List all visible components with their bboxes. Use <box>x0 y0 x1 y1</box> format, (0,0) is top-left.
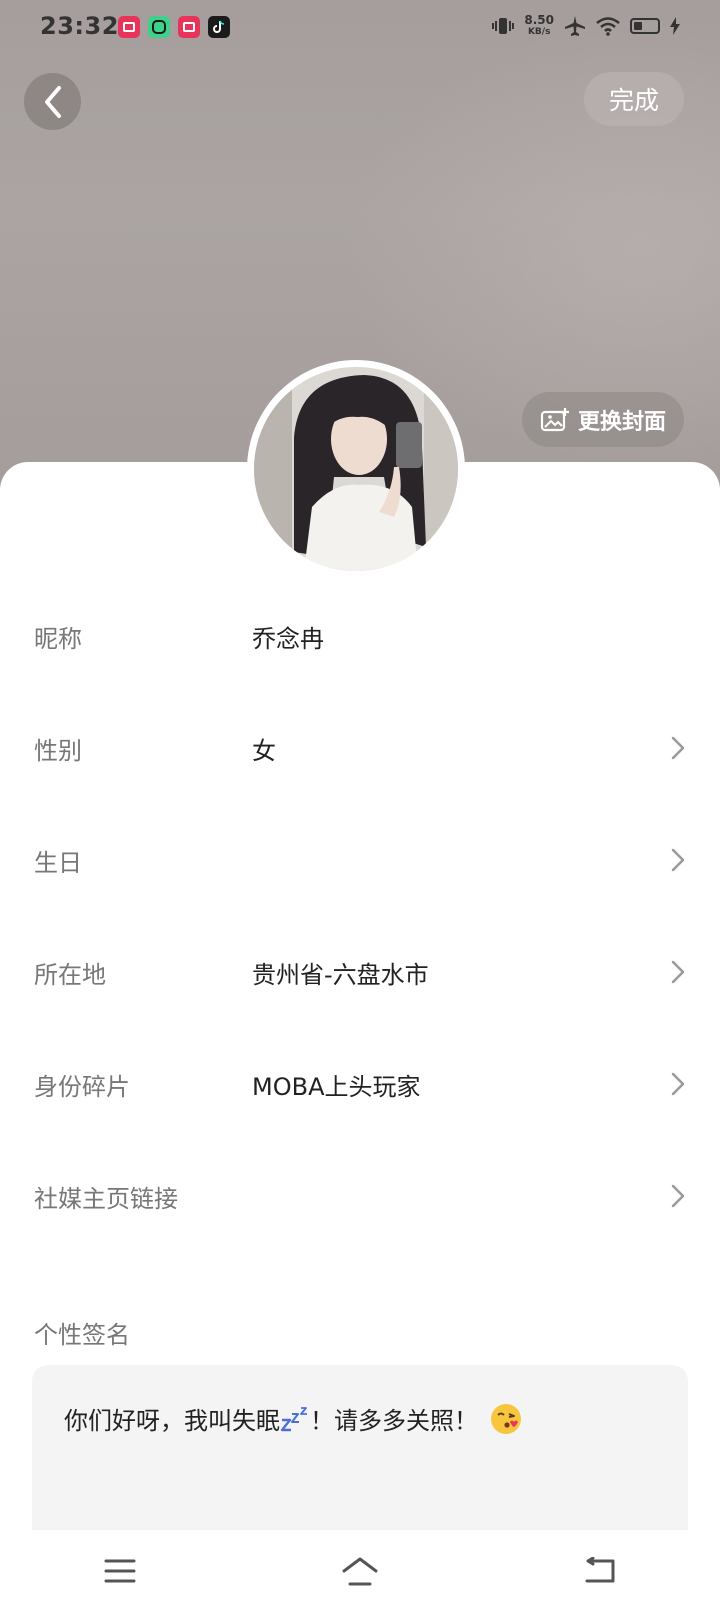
row-identity[interactable]: 身份碎片 MOBA上头玩家 <box>0 1028 720 1140</box>
signature-text-part1: 你们好呀，我叫失眠 <box>64 1407 280 1435</box>
airplane-icon <box>565 16 585 36</box>
profile-fields-list: 昵称 乔念冉 性别 女 生日 所在地 贵州省-六盘水市 身份碎片 MOBA上头玩… <box>0 580 720 1252</box>
avatar-image <box>254 367 458 571</box>
nickname-label: 昵称 <box>34 624 82 653</box>
nav-menu-button[interactable] <box>80 1541 160 1601</box>
status-bar: 23:32 8.50 KB/s <box>0 0 720 56</box>
back-icon <box>585 1557 615 1583</box>
social-link-label: 社媒主页链接 <box>34 1184 178 1213</box>
signature-text-part2: ！请多多关照！ <box>310 1407 478 1435</box>
change-cover-button[interactable]: 更换封面 <box>522 392 684 447</box>
change-cover-label: 更换封面 <box>577 409 666 435</box>
signature-text: 你们好呀，我叫失眠 ！请多多关照！ <box>64 1401 522 1436</box>
zzz-emoji <box>280 1406 307 1431</box>
row-birthday[interactable]: 生日 <box>0 804 720 916</box>
signature-label: 个性签名 <box>34 1321 130 1349</box>
charging-icon <box>670 17 680 35</box>
vibrate-icon <box>492 18 515 34</box>
nav-back-button[interactable] <box>560 1541 640 1601</box>
row-nickname[interactable]: 昵称 乔念冉 <box>0 580 720 692</box>
home-icon <box>342 1557 378 1586</box>
identity-label: 身份碎片 <box>34 1072 130 1101</box>
gender-label: 性别 <box>34 736 82 765</box>
chevron-left-icon <box>44 85 61 118</box>
row-location[interactable]: 所在地 贵州省-六盘水市 <box>0 916 720 1028</box>
chevron-right-icon <box>671 960 685 984</box>
system-nav-bar <box>0 1530 720 1612</box>
menu-icon <box>104 1559 136 1583</box>
location-label: 所在地 <box>34 960 106 989</box>
chevron-right-icon <box>671 1072 685 1096</box>
identity-value: MOBA上头玩家 <box>252 1072 421 1101</box>
status-icons: 8.50 KB/s <box>492 14 680 38</box>
notification-app-icons <box>118 16 230 38</box>
network-speed: 8.50 KB/s <box>524 13 554 37</box>
chevron-right-icon <box>671 848 685 872</box>
chevron-right-icon <box>671 736 685 760</box>
image-add-icon <box>540 407 569 431</box>
video-app-icon-2 <box>178 16 200 38</box>
nav-home-button[interactable] <box>320 1541 400 1601</box>
location-value: 贵州省-六盘水市 <box>252 960 429 989</box>
signature-input[interactable]: 你们好呀，我叫失眠 ！请多多关照！ <box>32 1365 688 1545</box>
video-app-icon <box>118 16 140 38</box>
nickname-value: 乔念冉 <box>252 624 324 653</box>
done-button[interactable]: 完成 <box>584 72 684 126</box>
row-social-link[interactable]: 社媒主页链接 <box>0 1140 720 1252</box>
status-time: 23:32 <box>40 12 119 40</box>
wifi-icon <box>596 17 620 36</box>
birthday-label: 生日 <box>34 848 82 877</box>
chevron-right-icon <box>671 1184 685 1208</box>
battery-icon <box>630 18 660 34</box>
row-gender[interactable]: 性别 女 <box>0 692 720 804</box>
kissing-face-emoji <box>491 1403 521 1434</box>
avatar[interactable] <box>247 360 465 578</box>
camera-app-icon <box>148 16 170 38</box>
gender-value: 女 <box>252 736 276 765</box>
tiktok-icon <box>208 16 230 38</box>
back-button[interactable] <box>24 73 81 130</box>
